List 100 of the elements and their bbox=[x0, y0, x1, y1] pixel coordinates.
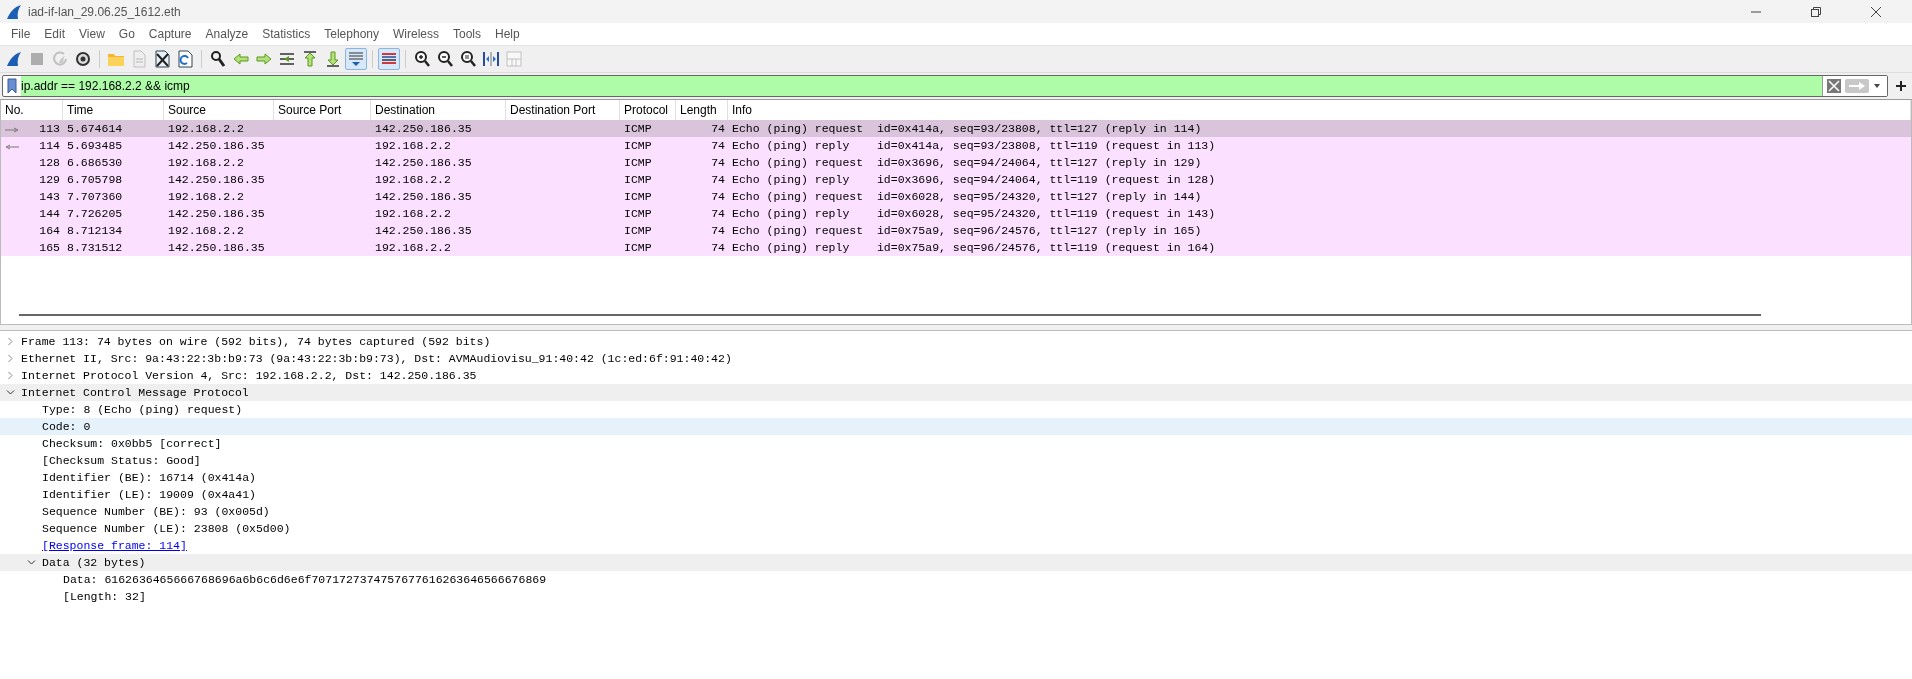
table-cell: 5.693485 bbox=[67, 139, 123, 152]
packet-row[interactable]: 144 7.726205 142.250.186.35 192.168.2.2 ICMP 74 Echo (ping) reply id=0x6028, seq=95/24320, ttl=119 (request in 143) bbox=[1, 205, 1911, 222]
table-cell: ICMP bbox=[624, 139, 652, 152]
table-cell: ICMP bbox=[624, 173, 652, 186]
table-cell: Echo (ping) request id=0x414a, seq=93/23808, ttl=127 (reply in 114) bbox=[732, 122, 1202, 135]
detail-row[interactable]: [Checksum Status: Good] bbox=[0, 452, 1912, 469]
table-cell: 8.731512 bbox=[67, 241, 123, 254]
chevron-down-icon[interactable] bbox=[27, 558, 36, 567]
table-cell: 142.250.186.35 bbox=[168, 207, 265, 220]
table-cell: ICMP bbox=[624, 122, 652, 135]
restore-icon[interactable] bbox=[1810, 5, 1822, 18]
menu-item[interactable]: File bbox=[4, 27, 38, 41]
menu-item[interactable]: Wireless bbox=[386, 27, 446, 41]
detail-row[interactable]: Identifier (BE): 16714 (0x414a) bbox=[0, 469, 1912, 486]
table-cell: 7.726205 bbox=[67, 207, 123, 220]
detail-row[interactable]: [Length: 32] bbox=[0, 588, 1912, 605]
packet-row[interactable]: 114 5.693485 142.250.186.35 192.168.2.2 ICMP 74 Echo (ping) reply id=0x414a, seq=93/23808, ttl=119 (request in 113) bbox=[1, 137, 1911, 154]
detail-row[interactable]: Internet Control Message Protocol bbox=[0, 384, 1912, 401]
table-cell: 192.168.2.2 bbox=[375, 207, 451, 220]
table-cell: 192.168.2.2 bbox=[375, 139, 451, 152]
table-cell: 74 bbox=[711, 122, 725, 135]
detail-row[interactable]: Type: 8 (Echo (ping) request) bbox=[0, 401, 1912, 418]
table-cell: 6.686530 bbox=[67, 156, 123, 169]
table-cell: 142.250.186.35 bbox=[168, 139, 265, 152]
packet-row[interactable]: 113 5.674614 192.168.2.2 142.250.186.35 ICMP 74 Echo (ping) request id=0x414a, seq=93/23808, ttl=127 (reply in 114) bbox=[1, 120, 1911, 137]
packet-row[interactable]: 128 6.686530 192.168.2.2 142.250.186.35 ICMP 74 Echo (ping) request id=0x3696, seq=94/24064, ttl=127 (reply in 129) bbox=[1, 154, 1911, 171]
table-cell: Echo (ping) reply id=0x3696, seq=94/24064, ttl=119 (request in 128) bbox=[732, 173, 1216, 186]
table-cell: ICMP bbox=[624, 156, 652, 169]
clear-icon[interactable] bbox=[1827, 79, 1841, 93]
detail-row[interactable]: Internet Protocol Version 4, Src: 192.168.2.2, Dst: 142.250.186.35 bbox=[0, 367, 1912, 384]
detail-row[interactable]: Checksum: 0x0bb5 [correct] bbox=[0, 435, 1912, 452]
detail-text: [Checksum Status: Good] bbox=[42, 454, 201, 467]
table-cell: ICMP bbox=[624, 241, 652, 254]
detail-text: Internet Control Message Protocol bbox=[21, 386, 249, 399]
table-cell: 129 bbox=[39, 173, 60, 186]
menu-item[interactable]: Tools bbox=[446, 27, 488, 41]
table-cell: 128 bbox=[39, 156, 60, 169]
detail-text: Code: 0 bbox=[42, 420, 91, 433]
table-cell: ICMP bbox=[624, 207, 652, 220]
packet-row[interactable]: 164 8.712134 192.168.2.2 142.250.186.35 ICMP 74 Echo (ping) request id=0x75a9, seq=96/24576, ttl=127 (reply in 165) bbox=[1, 222, 1911, 239]
table-cell: 5.674614 bbox=[67, 122, 123, 135]
menu-item[interactable]: Analyze bbox=[198, 27, 256, 41]
table-cell: Echo (ping) reply id=0x6028, seq=95/24320, ttl=119 (request in 143) bbox=[732, 207, 1216, 220]
menu-item[interactable]: View bbox=[72, 27, 112, 41]
chevron-down-icon[interactable] bbox=[6, 388, 15, 397]
table-cell: 142.250.186.35 bbox=[375, 156, 472, 169]
table-cell: Echo (ping) request id=0x75a9, seq=96/24576, ttl=127 (reply in 165) bbox=[732, 224, 1202, 237]
detail-row[interactable]: Frame 113: 74 bytes on wire (592 bits), 74 bytes captured (592 bits) bbox=[0, 333, 1912, 350]
table-cell: 142.250.186.35 bbox=[375, 224, 472, 237]
table-cell: 142.250.186.35 bbox=[168, 173, 265, 186]
packet-row[interactable]: 129 6.705798 142.250.186.35 192.168.2.2 ICMP 74 Echo (ping) reply id=0x3696, seq=94/24064, ttl=119 (request in 128) bbox=[1, 171, 1911, 188]
table-cell: 74 bbox=[711, 156, 725, 169]
detail-text: Identifier (LE): 19009 (0x4a41) bbox=[42, 488, 256, 501]
table-cell: 74 bbox=[711, 207, 725, 220]
table-cell: 143 bbox=[39, 190, 60, 203]
window-title: iad-if-lan_29.06.25_1612.eth bbox=[28, 4, 181, 19]
menu-item[interactable]: Edit bbox=[37, 27, 73, 41]
plus-icon[interactable] bbox=[1896, 81, 1906, 91]
menu-item[interactable]: Capture bbox=[141, 27, 199, 41]
menu-item[interactable]: Statistics bbox=[255, 27, 318, 41]
right-arrow-icon bbox=[5, 127, 19, 133]
detail-text: Data: 6162636465666768696a6b6c6d6e6f7071727374757677616263646566676869 bbox=[63, 573, 547, 586]
detail-row[interactable]: [Response frame: 114] bbox=[0, 537, 1912, 554]
detail-text: Internet Protocol Version 4, Src: 192.168.2.2, Dst: 142.250.186.35 bbox=[21, 369, 477, 382]
menu-item[interactable]: Go bbox=[111, 27, 142, 41]
table-cell: 142.250.186.35 bbox=[375, 190, 472, 203]
detail-text: Checksum: 0x0bb5 [correct] bbox=[42, 437, 222, 450]
detail-row[interactable]: Ethernet II, Src: 9a:43:22:3b:b9:73 (9a:43:22:3b:b9:73), Dst: AVMAudiovisu_91:40:42 (1c:ed:6f:91:40:42) bbox=[0, 350, 1912, 367]
table-cell: 144 bbox=[39, 207, 60, 220]
detail-row[interactable]: Sequence Number (BE): 93 (0x005d) bbox=[0, 503, 1912, 520]
detail-text: Ethernet II, Src: 9a:43:22:3b:b9:73 (9a:43:22:3b:b9:73), Dst: AVMAudiovisu_91:40:42 (1c:ed:6f:91:40:42) bbox=[21, 352, 732, 365]
bookmark-icon[interactable] bbox=[7, 78, 17, 94]
autoscroll-icon[interactable] bbox=[345, 48, 367, 70]
detail-text: Frame 113: 74 bytes on wire (592 bits), 74 bytes captured (592 bits) bbox=[21, 335, 491, 348]
close-icon[interactable] bbox=[1870, 5, 1882, 18]
table-cell: 74 bbox=[711, 173, 725, 186]
detail-row[interactable]: Data (32 bytes) bbox=[0, 554, 1912, 571]
response-frame-link[interactable]: [Response frame: 114] bbox=[42, 539, 187, 552]
left-arrow-icon bbox=[5, 144, 19, 150]
detail-row[interactable]: Code: 0 bbox=[0, 418, 1912, 435]
colorize-icon[interactable] bbox=[378, 48, 400, 70]
table-cell: 165 bbox=[39, 241, 60, 254]
table-cell: 192.168.2.2 bbox=[168, 122, 244, 135]
detail-row[interactable]: Data: 6162636465666768696a6b6c6d6e6f7071727374757677616263646566676869 bbox=[0, 571, 1912, 588]
display-filter-field[interactable]: ip.addr == 192.168.2.2 && icmp bbox=[21, 76, 1822, 96]
menu-item[interactable]: Telephony bbox=[317, 27, 386, 41]
menu-item[interactable]: Help bbox=[488, 27, 527, 41]
scroll-bar[interactable] bbox=[19, 314, 1761, 316]
table-cell: 74 bbox=[711, 241, 725, 254]
table-cell: 74 bbox=[711, 139, 725, 152]
packet-row[interactable]: 143 7.707360 192.168.2.2 142.250.186.35 ICMP 74 Echo (ping) request id=0x6028, seq=95/24320, ttl=127 (reply in 144) bbox=[1, 188, 1911, 205]
caret-icon[interactable] bbox=[1873, 83, 1881, 89]
detail-row[interactable]: Identifier (LE): 19009 (0x4a41) bbox=[0, 486, 1912, 503]
table-cell: 192.168.2.2 bbox=[168, 156, 244, 169]
detail-text: Identifier (BE): 16714 (0x414a) bbox=[42, 471, 256, 484]
packet-row[interactable]: 165 8.731512 142.250.186.35 192.168.2.2 ICMP 74 Echo (ping) reply id=0x75a9, seq=96/24576, ttl=119 (request in 164) bbox=[1, 239, 1911, 256]
table-cell: 192.168.2.2 bbox=[375, 173, 451, 186]
detail-text: [Length: 32] bbox=[63, 590, 146, 603]
table-cell: 142.250.186.35 bbox=[375, 122, 472, 135]
detail-row[interactable]: Sequence Number (LE): 23808 (0x5d00) bbox=[0, 520, 1912, 537]
